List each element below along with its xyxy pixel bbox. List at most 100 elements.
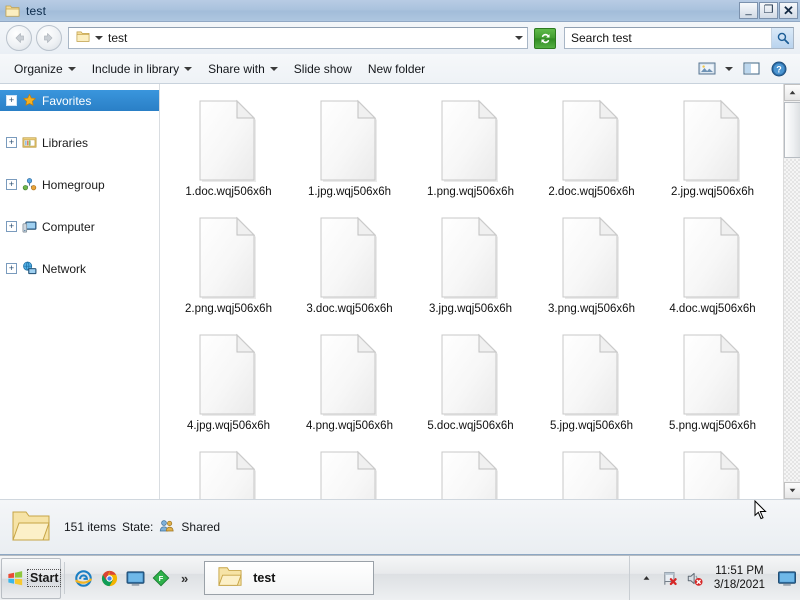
green-diamond-f-icon[interactable]: F (151, 568, 171, 588)
close-button[interactable]: ✕ (779, 2, 798, 19)
file-item[interactable]: 1.png.wqj506x6h (410, 94, 531, 211)
star-icon (21, 92, 38, 109)
view-caret-down-icon[interactable] (722, 57, 736, 81)
tray-overflow-icon[interactable] (638, 570, 655, 587)
file-item[interactable]: 1.jpg.wqj506x6h (289, 94, 410, 211)
clock[interactable]: 11:51 PM 3/18/2021 (710, 564, 769, 593)
file-item[interactable] (168, 445, 289, 499)
clock-date: 3/18/2021 (713, 579, 765, 591)
include-in-library-label: Include in library (91, 61, 180, 76)
document-file-icon (679, 215, 747, 300)
toolbar-right-group: ? (694, 57, 794, 81)
maximize-button[interactable]: ❐ (759, 2, 778, 19)
sidebar-item-homegroup[interactable]: + Homegroup (0, 174, 159, 195)
scrollbar-thumb[interactable] (784, 102, 800, 158)
sidebar-item-libraries[interactable]: + Libraries (0, 132, 159, 153)
title-bar: test _ ❐ ✕ (0, 0, 800, 22)
preview-pane-icon[interactable] (738, 57, 764, 81)
expander-icon[interactable]: + (6, 179, 17, 190)
shared-users-icon (159, 519, 175, 536)
quick-launch-bar: F » (64, 562, 200, 594)
include-in-library-button[interactable]: Include in library (84, 57, 200, 81)
scroll-down-button[interactable] (784, 482, 800, 499)
scrollbar-track[interactable] (784, 159, 800, 481)
file-name-label: 5.png.wqj506x6h (669, 420, 756, 432)
action-center-flag-error-icon[interactable] (662, 570, 679, 587)
chevron-down-icon[interactable] (95, 36, 103, 40)
file-item[interactable]: 2.png.wqj506x6h (168, 211, 289, 328)
folder-icon (217, 565, 243, 592)
document-file-icon (558, 449, 626, 499)
document-file-icon (437, 449, 505, 499)
file-list-pane[interactable]: 1.doc.wqj506x6h 1.jpg.wqj506x6h 1.png.wq… (160, 84, 800, 499)
state-value: Shared (181, 520, 221, 534)
back-button[interactable] (6, 25, 32, 51)
sidebar-item-label: Homegroup (42, 177, 105, 192)
document-file-icon (195, 215, 263, 300)
file-name-label: 3.png.wqj506x6h (548, 303, 635, 315)
document-file-icon (679, 449, 747, 499)
chrome-icon[interactable] (99, 568, 119, 588)
file-item[interactable]: 4.jpg.wqj506x6h (168, 328, 289, 445)
quick-launch-overflow-button[interactable]: » (177, 571, 192, 586)
address-history-caret-icon[interactable] (515, 36, 523, 40)
file-name-label: 1.doc.wqj506x6h (185, 186, 272, 198)
new-folder-button[interactable]: New folder (360, 57, 433, 81)
file-item[interactable]: 4.png.wqj506x6h (289, 328, 410, 445)
show-desktop-icon[interactable] (776, 560, 798, 596)
document-file-icon (195, 332, 263, 417)
file-item[interactable] (531, 445, 652, 499)
slide-show-button[interactable]: Slide show (286, 57, 360, 81)
file-item[interactable]: 3.png.wqj506x6h (531, 211, 652, 328)
taskbar-button-test[interactable]: test (204, 561, 375, 595)
file-item[interactable]: 1.doc.wqj506x6h (168, 94, 289, 211)
organize-button[interactable]: Organize (6, 57, 84, 81)
document-file-icon (316, 215, 384, 300)
search-input[interactable]: Search test (571, 31, 771, 45)
file-item[interactable]: 5.png.wqj506x6h (652, 328, 773, 445)
network-icon (21, 260, 38, 277)
expander-icon[interactable]: + (6, 221, 17, 232)
minimize-button[interactable]: _ (739, 2, 758, 19)
search-icon[interactable] (771, 28, 793, 48)
file-item[interactable]: 2.jpg.wqj506x6h (652, 94, 773, 211)
file-item[interactable]: 3.doc.wqj506x6h (289, 211, 410, 328)
forward-button[interactable] (36, 25, 62, 51)
taskbar: Start F » test 11:51 PM 3/18/2021 (0, 555, 800, 600)
file-item[interactable]: 5.doc.wqj506x6h (410, 328, 531, 445)
change-view-icon[interactable] (694, 57, 720, 81)
file-item[interactable]: 3.jpg.wqj506x6h (410, 211, 531, 328)
expander-icon[interactable]: + (6, 95, 17, 106)
sidebar-item-favorites[interactable]: + Favorites (0, 90, 159, 111)
internet-explorer-icon[interactable] (73, 568, 93, 588)
vertical-scrollbar[interactable] (783, 84, 800, 499)
scroll-up-button[interactable] (784, 84, 800, 101)
help-icon[interactable]: ? (766, 57, 792, 81)
breadcrumb[interactable]: test (73, 30, 130, 46)
file-name-label: 4.png.wqj506x6h (306, 420, 393, 432)
share-with-button[interactable]: Share with (200, 57, 286, 81)
refresh-button[interactable] (534, 27, 556, 49)
expander-icon[interactable]: + (6, 263, 17, 274)
share-with-label: Share with (208, 61, 265, 76)
chevron-down-icon (269, 66, 278, 71)
document-file-icon (437, 98, 505, 183)
file-name-label: 5.doc.wqj506x6h (427, 420, 514, 432)
file-item[interactable]: 4.doc.wqj506x6h (652, 211, 773, 328)
file-item[interactable]: 2.doc.wqj506x6h (531, 94, 652, 211)
start-button[interactable]: Start (1, 557, 62, 599)
sidebar-item-network[interactable]: + Network (0, 258, 159, 279)
volume-muted-icon[interactable] (686, 570, 703, 587)
show-desktop-media-icon[interactable] (125, 568, 145, 588)
file-item[interactable] (410, 445, 531, 499)
file-item[interactable] (652, 445, 773, 499)
sidebar-item-computer[interactable]: + Computer (0, 216, 159, 237)
search-box[interactable]: Search test (564, 27, 794, 49)
screen: test _ ❐ ✕ test Search test Organize Inc… (0, 0, 800, 600)
expander-icon[interactable]: + (6, 137, 17, 148)
address-bar[interactable]: test (68, 27, 528, 49)
status-info: 151 items State: Shared (64, 519, 220, 536)
window-controls: _ ❐ ✕ (739, 2, 798, 19)
file-item[interactable]: 5.jpg.wqj506x6h (531, 328, 652, 445)
file-item[interactable] (289, 445, 410, 499)
